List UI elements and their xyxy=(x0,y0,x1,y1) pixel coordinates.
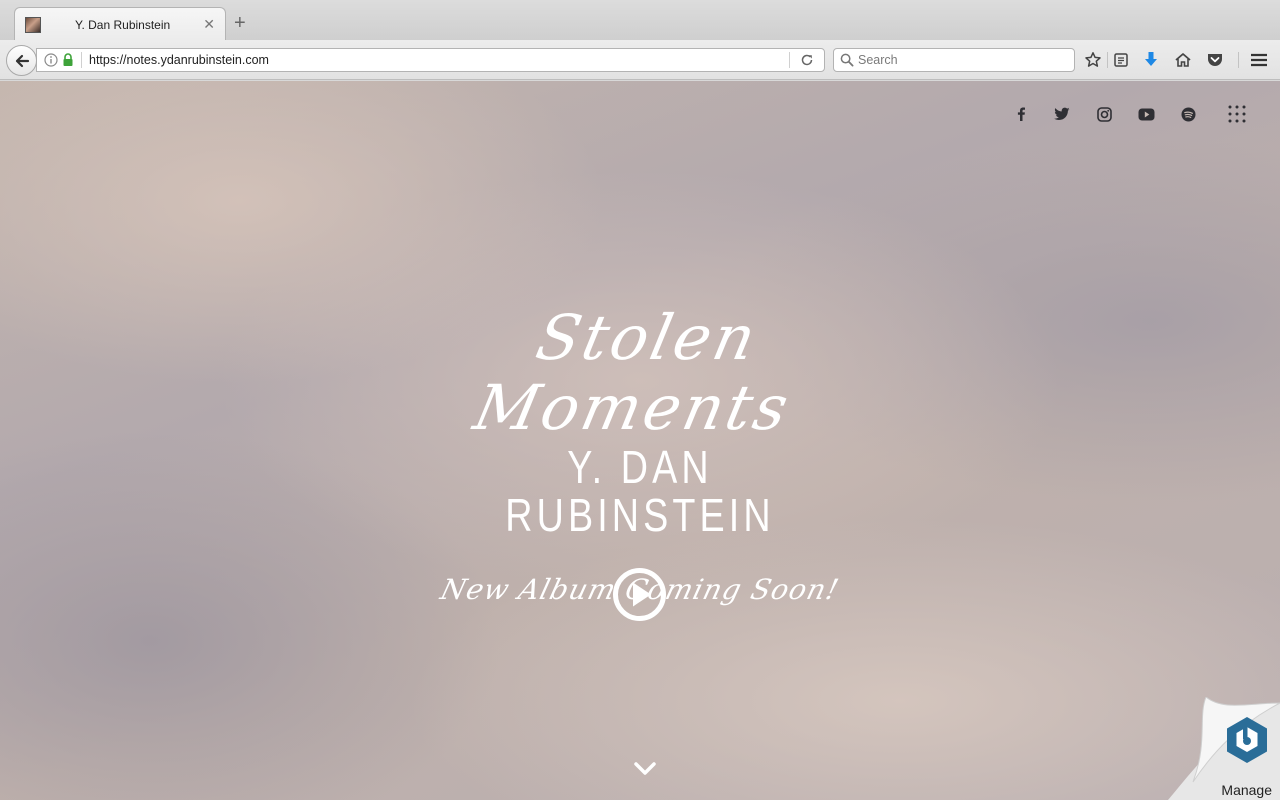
spotify-icon[interactable] xyxy=(1177,103,1199,125)
back-button[interactable] xyxy=(6,45,37,76)
browser-tab[interactable]: Y. Dan Rubinstein ✕ xyxy=(14,7,226,40)
bookmark-star-icon[interactable] xyxy=(1082,50,1104,70)
manage-label[interactable]: Manage xyxy=(1221,782,1272,798)
instagram-icon[interactable] xyxy=(1093,103,1115,125)
back-arrow-icon xyxy=(15,54,29,67)
reading-list-icon[interactable] xyxy=(1110,50,1132,70)
tab-title: Y. Dan Rubinstein xyxy=(75,18,171,32)
lock-icon[interactable] xyxy=(62,53,74,72)
manage-logo-icon xyxy=(1227,717,1267,763)
menu-icon[interactable] xyxy=(1248,50,1270,70)
hero-section: Stolen Moments Y. DAN RUBINSTEIN New Alb… xyxy=(380,301,900,606)
album-title: Stolen Moments xyxy=(467,301,798,444)
manage-widget[interactable]: Manage xyxy=(1168,697,1280,800)
downloads-icon[interactable] xyxy=(1140,50,1162,70)
url-text[interactable]: https://notes.ydanrubinstein.com xyxy=(89,53,269,67)
url-bar[interactable]: https://notes.ydanrubinstein.com xyxy=(36,48,825,72)
scroll-down-button[interactable] xyxy=(633,761,657,777)
reload-divider xyxy=(789,52,790,68)
favicon-icon xyxy=(25,17,41,33)
close-icon[interactable]: ✕ xyxy=(203,16,215,32)
info-icon[interactable] xyxy=(44,53,58,72)
play-button[interactable] xyxy=(612,567,667,622)
web-page: Stolen Moments Y. DAN RUBINSTEIN New Alb… xyxy=(0,81,1280,800)
twitter-icon[interactable] xyxy=(1051,103,1073,125)
search-icon xyxy=(840,53,854,72)
tab-bar: Y. Dan Rubinstein ✕ + xyxy=(0,0,1280,40)
search-input[interactable] xyxy=(858,51,1068,69)
youtube-icon[interactable] xyxy=(1135,103,1157,125)
pocket-icon[interactable] xyxy=(1204,50,1226,70)
toolbar-divider xyxy=(1107,52,1108,68)
new-tab-button[interactable]: + xyxy=(234,13,246,33)
chevron-down-icon xyxy=(634,762,656,775)
url-divider xyxy=(81,52,82,68)
search-bar[interactable] xyxy=(833,48,1075,72)
artist-name: Y. DAN RUBINSTEIN xyxy=(505,441,775,541)
reload-icon[interactable] xyxy=(800,53,814,72)
navigation-toolbar: https://notes.ydanrubinstein.com xyxy=(0,40,1280,80)
play-circle-icon xyxy=(613,568,666,621)
toolbar-divider xyxy=(1238,52,1239,68)
facebook-icon[interactable] xyxy=(1010,103,1032,125)
apps-grid-icon[interactable] xyxy=(1226,103,1248,125)
home-icon[interactable] xyxy=(1172,50,1194,70)
